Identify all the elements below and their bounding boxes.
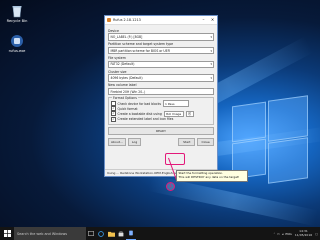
bad-blocks-passes-select[interactable]: 1 Pass: [163, 100, 190, 107]
network-icon[interactable]: ▭: [277, 232, 280, 236]
taskbar: Search the web and Windows ˄ ▭ ◂ ENG 14:…: [0, 227, 320, 240]
language-indicator[interactable]: ENG: [285, 232, 291, 236]
format-options-title: Format Options: [112, 96, 138, 101]
extended-label-checkbox[interactable]: ✓: [111, 116, 116, 122]
file-explorer-button[interactable]: [106, 227, 116, 240]
tooltip-line: This will DESTROY any data on the target…: [178, 174, 240, 179]
store-button[interactable]: [116, 227, 126, 240]
chevron-up-icon[interactable]: ˄: [274, 232, 276, 236]
clock[interactable]: 14:31 11/05/2016: [294, 229, 313, 237]
cluster-value: 4096 bytes (Default): [110, 76, 143, 80]
window-titlebar[interactable]: Rufus 2.18.1213 – ✕: [105, 16, 217, 25]
log-button[interactable]: Log: [127, 138, 142, 147]
bad-blocks-label: Check device for bad blocks: [117, 101, 162, 106]
usb-drive-icon: [10, 34, 24, 48]
wallpaper-logo: [268, 95, 308, 142]
recycle-bin-icon: [10, 4, 24, 18]
format-options-group: Format Options Check device for bad bloc…: [108, 96, 214, 125]
wallpaper-logo: [268, 137, 308, 184]
usb-drive-icon: [129, 230, 133, 236]
quick-format-label: Quick format: [117, 106, 138, 111]
close-window-button[interactable]: ✕: [208, 16, 217, 24]
extended-label-label: Create extended label and icon files: [117, 117, 174, 122]
start-menu-button[interactable]: [0, 227, 14, 240]
minimize-button[interactable]: –: [199, 16, 208, 24]
close-button[interactable]: Close: [197, 138, 214, 147]
window-title: Rufus 2.18.1213: [113, 18, 141, 22]
edge-icon: [98, 230, 104, 237]
taskbar-search[interactable]: Search the web and Windows: [14, 227, 86, 240]
rufus-taskbar-button[interactable]: [126, 227, 136, 240]
device-select[interactable]: NO_LABEL (F:) [8GB] ▾: [108, 33, 214, 41]
store-icon: [118, 231, 124, 236]
filesystem-select[interactable]: FAT32 (Default) ▾: [108, 60, 214, 69]
about-button[interactable]: About...: [108, 138, 126, 147]
windows-logo-icon: [3, 230, 11, 237]
task-view-icon: [88, 231, 94, 236]
disc-image-button[interactable]: [185, 110, 194, 118]
filesystem-value: FAT32 (Default): [110, 62, 135, 67]
device-label: Device: [108, 28, 119, 33]
chevron-down-icon: ▾: [210, 62, 212, 67]
volume-label-input[interactable]: Firebird 20H (Win 20..): [108, 87, 214, 96]
wallpaper-logo: [232, 101, 266, 143]
partition-value: MBR partition scheme for BIOS or UEFI: [110, 48, 171, 53]
desktop-icon-rufus[interactable]: rufus.exe: [2, 34, 32, 53]
system-tray: ˄ ▭ ◂ ENG 14:31 11/05/2016 ▢: [274, 229, 320, 237]
desktop-icon-label: Recycle Bin: [6, 19, 28, 23]
bootable-label: Create a bootable disk using: [117, 111, 162, 116]
progress-bar: READY: [108, 127, 214, 136]
cluster-select[interactable]: 4096 bytes (Default) ▾: [108, 74, 214, 82]
task-view-button[interactable]: [86, 227, 96, 240]
rufus-window: Rufus 2.18.1213 – ✕ Device NO_LABEL (F:)…: [104, 15, 218, 177]
volume-label: New volume label: [108, 83, 137, 88]
rufus-app-icon: [107, 18, 111, 22]
chevron-down-icon: ▾: [210, 76, 212, 80]
partition-select[interactable]: MBR partition scheme for BIOS or UEFI ▾: [108, 46, 214, 55]
filesystem-label: File system: [108, 55, 126, 60]
desktop-icon-label: rufus.exe: [8, 49, 26, 53]
start-button[interactable]: Start: [178, 138, 196, 147]
partition-label: Partition scheme and target system type: [108, 42, 174, 47]
edge-button[interactable]: [96, 227, 106, 240]
volume-label-value: Firebird 20H (Win 20..): [110, 89, 146, 94]
volume-icon[interactable]: ◂: [282, 232, 284, 236]
chevron-down-icon: ▾: [210, 48, 212, 53]
clock-date: 11/05/2016: [294, 232, 313, 237]
desktop-icon-recycle-bin[interactable]: Recycle Bin: [2, 4, 32, 23]
notifications-icon[interactable]: ▢: [315, 232, 318, 236]
search-placeholder: Search the web and Windows: [17, 231, 68, 236]
chevron-down-icon: ▾: [210, 34, 212, 39]
disc-icon: [188, 112, 192, 116]
start-tooltip: Start the formatting operation. This wil…: [176, 170, 248, 182]
annotation-marker: 1: [166, 182, 175, 191]
device-value: NO_LABEL (F:) [8GB]: [110, 34, 143, 39]
cluster-label: Cluster size: [108, 69, 127, 74]
folder-icon: [107, 231, 115, 237]
